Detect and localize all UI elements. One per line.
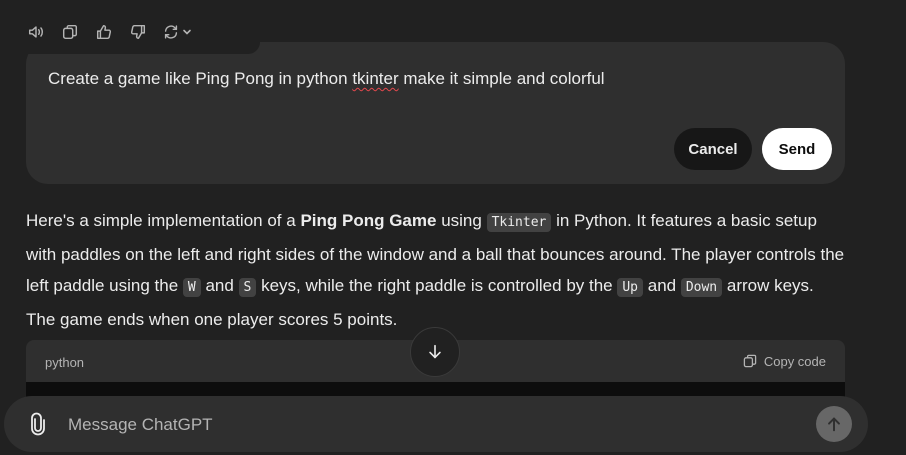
misspelled-word: tkinter [352,69,399,88]
speaker-icon[interactable] [26,22,46,42]
chevron-down-icon [182,27,192,37]
copy-code-button[interactable]: Copy code [742,353,826,369]
message-composer [4,396,868,454]
edit-message-text[interactable]: Create a game like Ping Pong in python t… [48,69,605,89]
edit-message-box[interactable]: Create a game like Ping Pong in python t… [26,42,845,184]
inline-code: Tkinter [486,213,552,232]
message-actions [26,20,192,44]
toolbar-notch [26,42,260,54]
send-button[interactable]: Send [762,128,832,170]
bold-text: Ping Pong Game [300,211,437,230]
regenerate-icon [162,23,180,41]
paperclip-icon[interactable] [26,412,50,436]
copy-icon[interactable] [60,22,80,42]
thumbs-down-icon[interactable] [128,22,148,42]
cancel-button[interactable]: Cancel [674,128,752,170]
inline-code: Down [680,278,723,298]
scroll-to-bottom-button[interactable] [410,327,460,377]
arrow-down-icon [426,343,444,361]
copy-icon [742,353,758,369]
assistant-response: Here's a simple implementation of a Ping… [26,211,845,330]
copy-code-label: Copy code [763,353,826,369]
arrow-up-icon [825,415,843,433]
inline-code: S [238,278,257,298]
inline-code: Up [617,278,644,298]
send-message-button[interactable] [816,406,852,442]
thumbs-up-icon[interactable] [94,22,114,42]
regenerate-button[interactable] [162,23,192,41]
code-language: python [45,355,85,370]
message-input[interactable] [66,396,790,454]
inline-code: W [182,278,201,298]
